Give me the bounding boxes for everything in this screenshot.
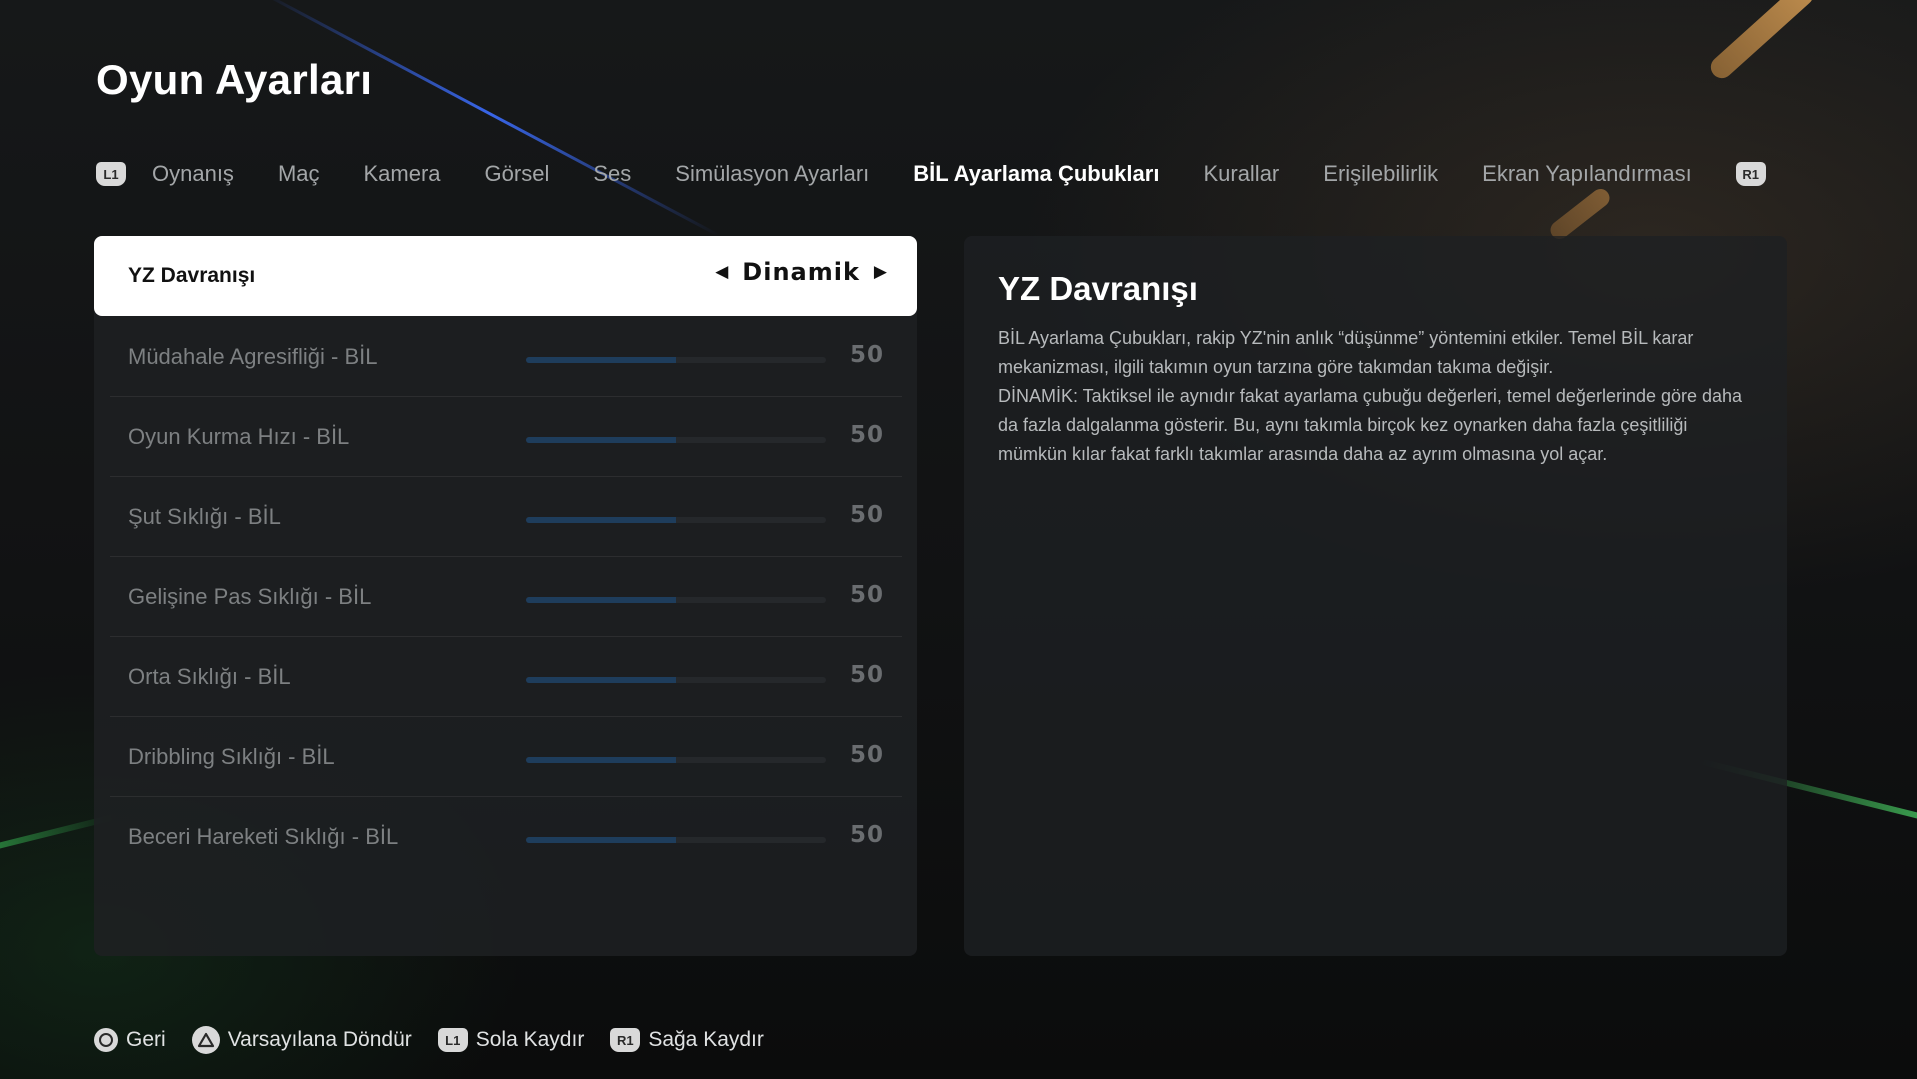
slider-track[interactable] (526, 677, 826, 683)
settings-panel: YZ Davranışı ◀ Dinamik ▶ Müdahale Agresi… (94, 236, 917, 956)
reset-defaults-hint[interactable]: Varsayılana Döndür (191, 1026, 412, 1054)
page-title: Oyun Ayarları (96, 56, 373, 103)
slider-row[interactable]: Dribbling Sıklığı - BİL 50 (110, 716, 902, 797)
slider-label: Müdahale Agresifliği - BİL (128, 344, 378, 369)
background-light-beam (259, 0, 720, 237)
slider-value: 50 (849, 342, 884, 368)
scroll-right-hint[interactable]: R1 Sağa Kaydır (610, 1028, 764, 1052)
slider-label: Orta Sıklığı - BİL (128, 664, 291, 689)
slider-fill (526, 357, 676, 363)
background-lamp (1546, 185, 1614, 243)
hint-label: Sağa Kaydır (648, 1028, 764, 1051)
slider-label: Beceri Hareketi Sıklığı - BİL (128, 824, 399, 849)
slider-fill (526, 437, 676, 443)
tab-bil-ayarlama-cubuklari[interactable]: BİL Ayarlama Çubukları (913, 161, 1159, 187)
hint-label: Sola Kaydır (475, 1028, 585, 1051)
tab-ekran-yapilandirmasi[interactable]: Ekran Yapılandırması (1482, 161, 1692, 187)
description-panel: YZ Davranışı BİL Ayarlama Çubukları, rak… (964, 236, 1787, 956)
option-selector: ◀ Dinamik ▶ (715, 258, 887, 286)
slider-fill (526, 757, 676, 763)
slider-track[interactable] (526, 357, 826, 363)
slider-track[interactable] (526, 757, 826, 763)
slider-value: 50 (849, 422, 884, 448)
hint-label: Geri (126, 1028, 166, 1051)
tab-simulasyon-ayarlari[interactable]: Simülasyon Ayarları (675, 161, 869, 187)
slider-value: 50 (849, 502, 884, 528)
slider-track[interactable] (526, 517, 826, 523)
arrow-right-icon[interactable]: ▶ (874, 262, 887, 282)
slider-fill (526, 677, 676, 683)
circle-button-icon (94, 1028, 118, 1052)
back-hint[interactable]: Geri (94, 1028, 166, 1052)
slider-value: 50 (849, 822, 884, 848)
selected-option-value: Dinamik (742, 258, 860, 286)
slider-value: 50 (849, 582, 884, 608)
slider-value: 50 (849, 742, 884, 768)
slider-fill (526, 837, 676, 843)
triangle-button-icon (191, 1026, 220, 1054)
scroll-left-hint[interactable]: L1 Sola Kaydır (437, 1028, 585, 1052)
slider-row[interactable]: Müdahale Agresifliği - BİL 50 (110, 316, 902, 397)
slider-row[interactable]: Şut Sıklığı - BİL 50 (110, 476, 902, 557)
tab-kurallar[interactable]: Kurallar (1203, 161, 1279, 187)
slider-label: Gelişine Pas Sıklığı - BİL (128, 584, 372, 609)
tab-gorsel[interactable]: Görsel (485, 161, 550, 187)
description-text: BİL Ayarlama Çubukları, rakip YZ'nin anl… (998, 328, 1743, 464)
arrow-left-icon[interactable]: ◀ (715, 262, 728, 282)
slider-row[interactable]: Orta Sıklığı - BİL 50 (110, 636, 902, 717)
tab-bar: L1 Oynanış Maç Kamera Görsel Ses Simülas… (96, 156, 1766, 192)
slider-track[interactable] (526, 597, 826, 603)
r1-button-icon[interactable]: R1 (1735, 162, 1766, 186)
ai-behavior-selector[interactable]: YZ Davranışı ◀ Dinamik ▶ (94, 236, 917, 316)
slider-row[interactable]: Gelişine Pas Sıklığı - BİL 50 (110, 556, 902, 637)
tab-kamera[interactable]: Kamera (364, 161, 441, 187)
l1-button-icon: L1 (437, 1028, 468, 1052)
slider-value: 50 (849, 662, 884, 688)
slider-label: Şut Sıklığı - BİL (128, 504, 281, 529)
slider-track[interactable] (526, 837, 826, 843)
description-title: YZ Davranışı (998, 270, 1198, 307)
slider-fill (526, 597, 676, 603)
l1-button-icon[interactable]: L1 (96, 162, 126, 186)
slider-row[interactable]: Oyun Kurma Hızı - BİL 50 (110, 396, 902, 477)
slider-track[interactable] (526, 437, 826, 443)
tab-erisilebilirlik[interactable]: Erişilebilirlik (1323, 161, 1438, 187)
tab-oynanis[interactable]: Oynanış (152, 161, 234, 187)
tab-mac[interactable]: Maç (278, 161, 320, 187)
r1-button-icon: R1 (610, 1028, 641, 1052)
slider-row[interactable]: Beceri Hareketi Sıklığı - BİL 50 (110, 796, 902, 876)
slider-label: Dribbling Sıklığı - BİL (128, 744, 335, 769)
slider-fill (526, 517, 676, 523)
slider-label: Oyun Kurma Hızı - BİL (128, 424, 350, 449)
tab-ses[interactable]: Ses (593, 161, 631, 187)
hint-label: Varsayılana Döndür (227, 1028, 412, 1051)
setting-label: YZ Davranışı (128, 264, 256, 287)
background-lamp (1706, 0, 1818, 83)
button-hints: Geri Varsayılana Döndür L1 Sola Kaydır R… (94, 1024, 790, 1056)
